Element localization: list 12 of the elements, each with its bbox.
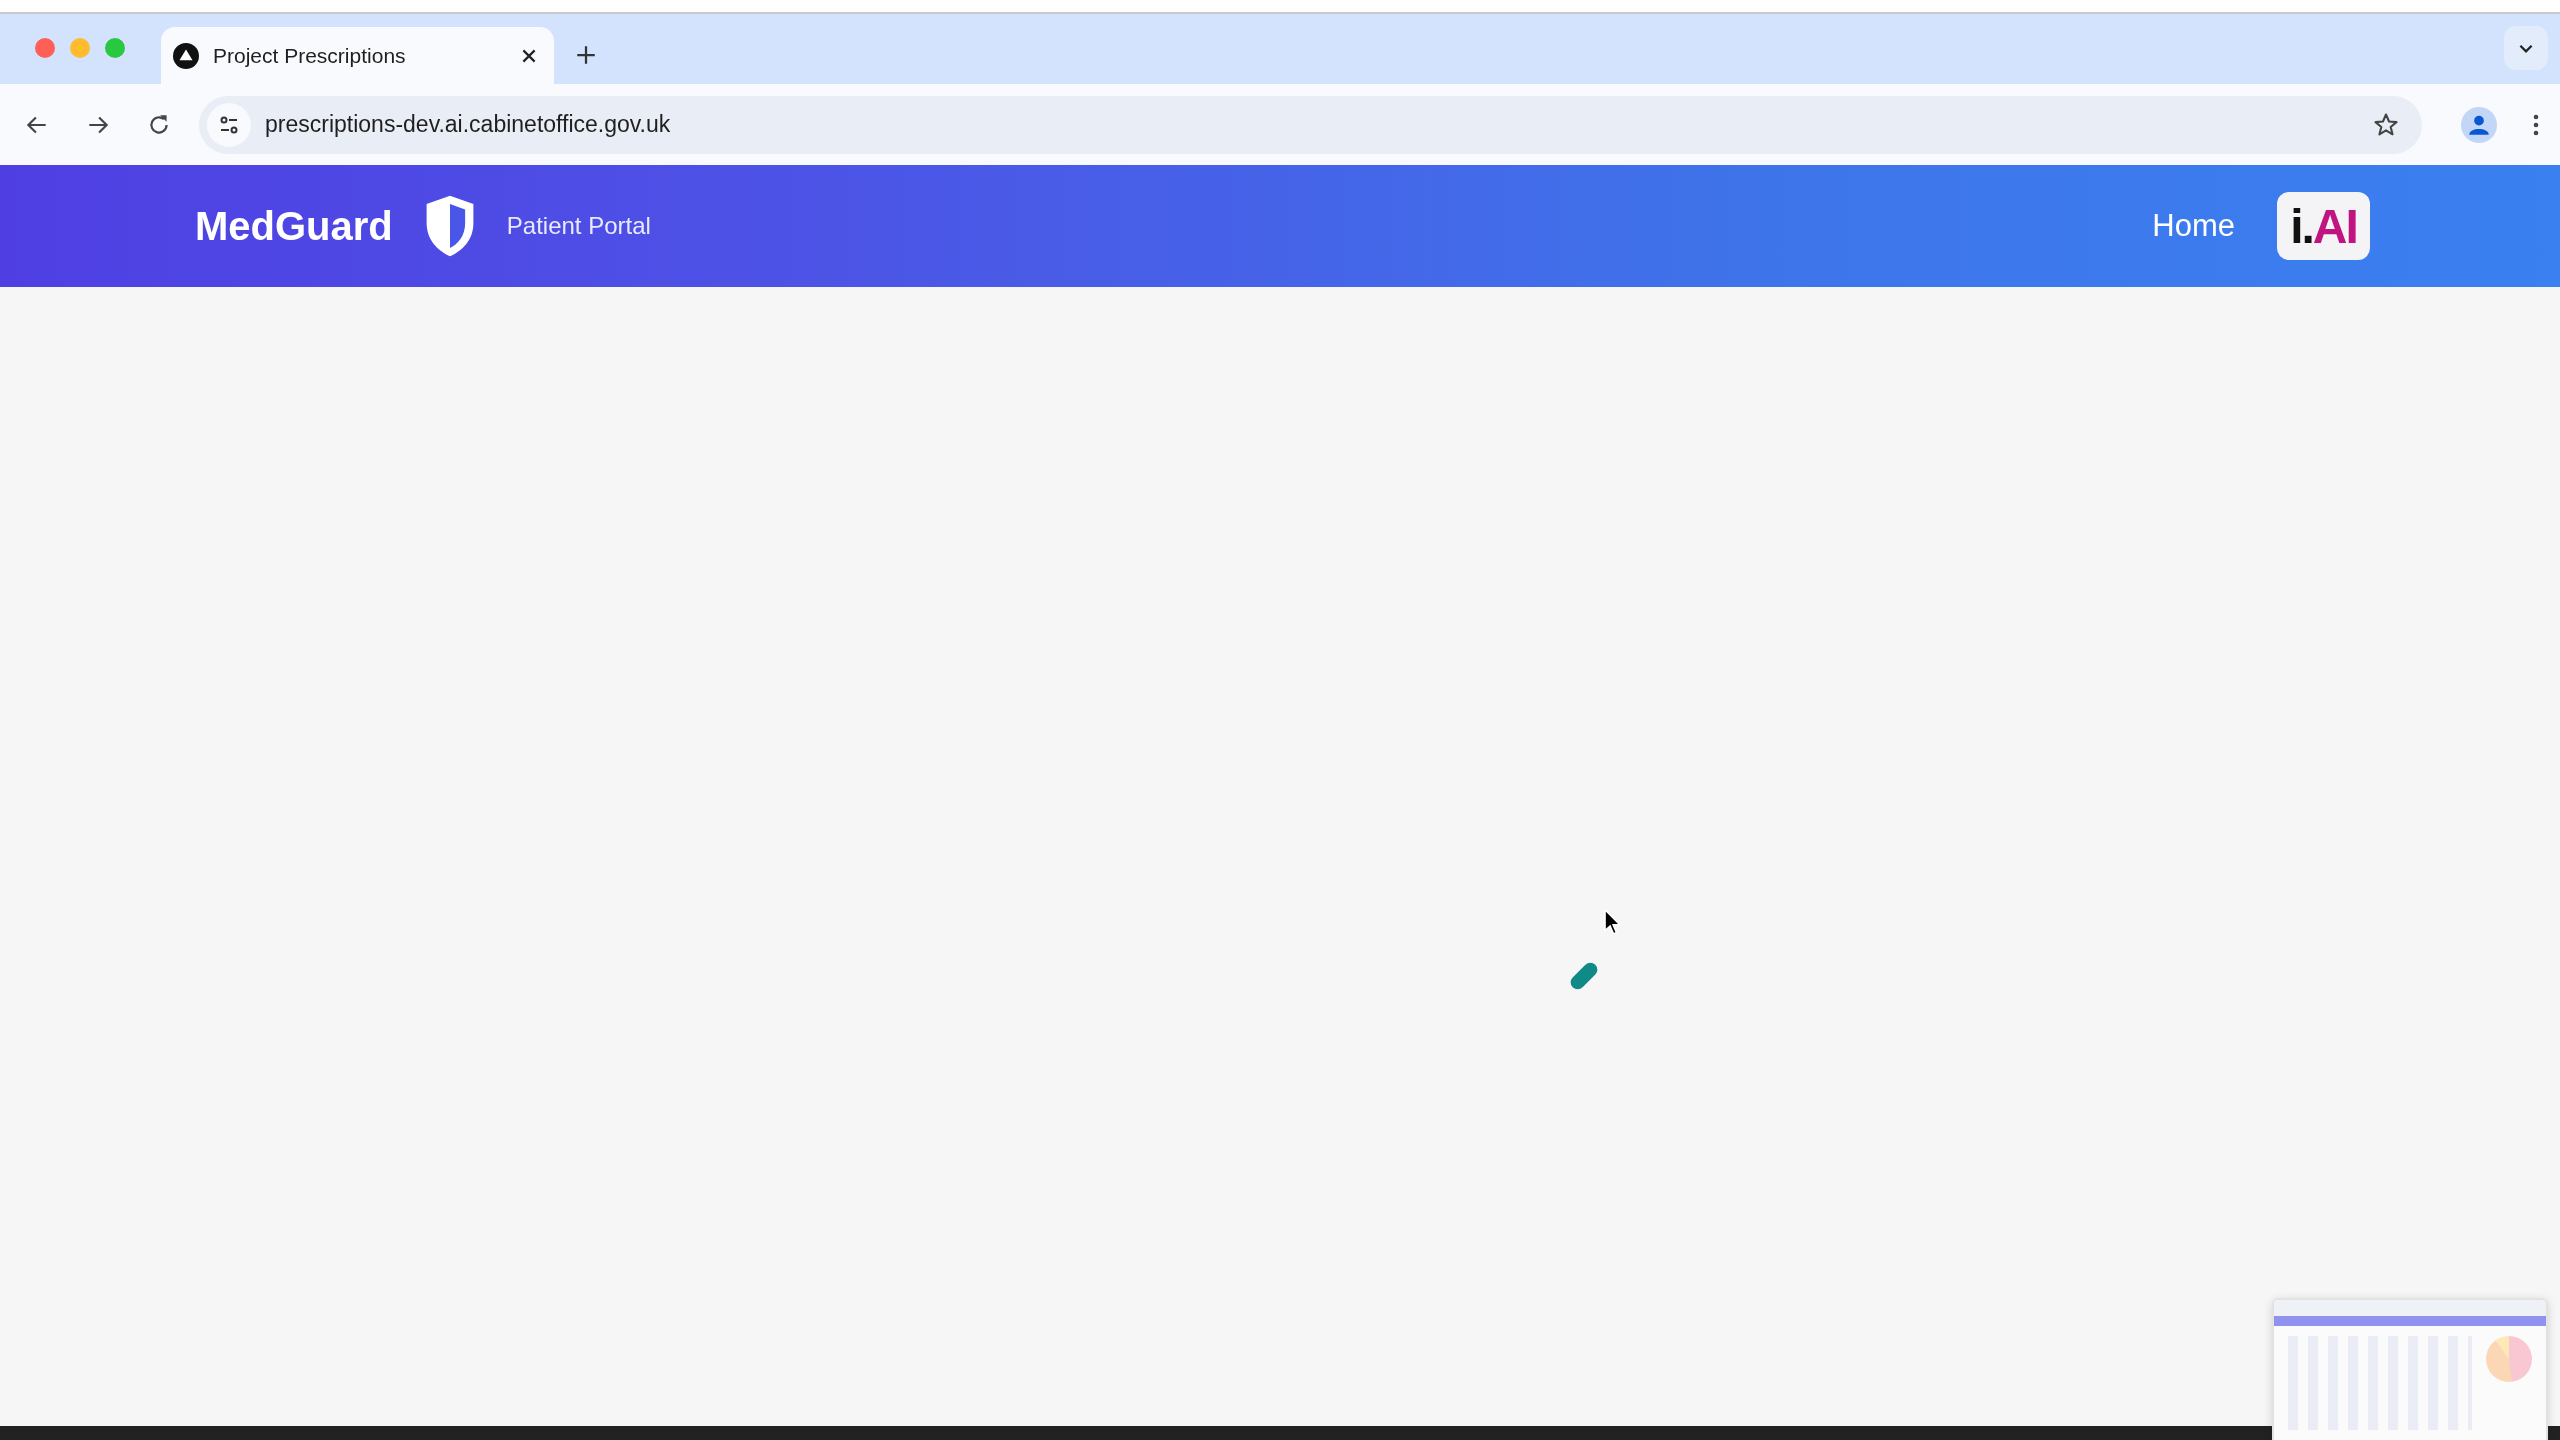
- portal-subtitle: Patient Portal: [506, 212, 651, 240]
- brand-title[interactable]: MedGuard: [195, 203, 393, 249]
- new-tab-icon[interactable]: [576, 45, 596, 65]
- address-bar[interactable]: prescriptions-dev.ai.cabinetoffice.gov.uk: [199, 95, 2422, 154]
- logo-badge[interactable]: i.AI: [2277, 192, 2370, 260]
- nav-link[interactable]: Home: [2152, 208, 2235, 244]
- mouse-pointer-icon: [1604, 909, 1622, 936]
- browser-tab[interactable]: Project Prescriptions: [161, 27, 554, 84]
- site-settings-icon[interactable]: [207, 102, 251, 147]
- tab-list-button[interactable]: [2504, 26, 2548, 70]
- screenshot-thumbnail[interactable]: [2272, 1298, 2548, 1440]
- profile-avatar-icon[interactable]: [2461, 106, 2497, 143]
